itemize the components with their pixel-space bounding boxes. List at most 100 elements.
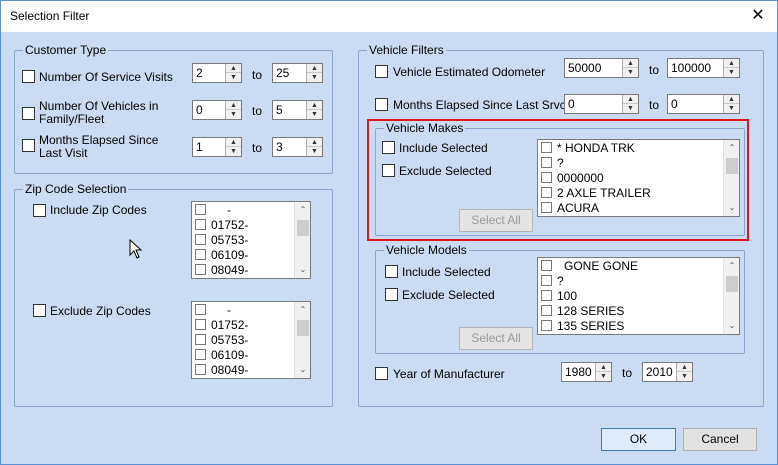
list-item-label: ?: [557, 274, 564, 288]
scroll-down-icon[interactable]: ⌄: [295, 363, 310, 377]
odometer-from[interactable]: 50000 ▲ ▼: [564, 58, 639, 78]
spin-down-icon[interactable]: ▼: [724, 104, 739, 113]
list-item-checkbox[interactable]: [541, 320, 552, 331]
list-item-label: 05753-: [211, 233, 249, 247]
months-last-visit-checkbox[interactable]: [22, 139, 35, 152]
service-visits-from-value: 2: [196, 66, 203, 80]
scroll-down-icon[interactable]: ⌄: [295, 263, 310, 277]
to-label: to: [649, 63, 660, 77]
scroll-thumb[interactable]: [297, 220, 309, 236]
list-item-label: 135 SERIES: [557, 319, 625, 333]
spin-down-icon[interactable]: ▼: [226, 110, 241, 119]
exclude-zip-checkbox[interactable]: [33, 304, 46, 317]
months-last-visit-label: Months Elapsed Since Last Visit: [39, 133, 159, 160]
year-checkbox[interactable]: [375, 367, 388, 380]
list-item-checkbox[interactable]: [195, 234, 206, 245]
service-visits-from[interactable]: 2 ▲ ▼: [192, 63, 242, 83]
scrollbar[interactable]: ⌃ ⌄: [294, 302, 310, 378]
list-item-label: 08049-: [211, 363, 249, 377]
to-label: to: [649, 98, 660, 112]
scroll-up-icon[interactable]: ⌃: [295, 303, 310, 317]
list-item-checkbox[interactable]: [195, 264, 206, 275]
spin-up-icon[interactable]: ▲: [677, 363, 692, 372]
spin-up-icon[interactable]: ▲: [226, 101, 241, 110]
scroll-thumb[interactable]: [297, 320, 309, 336]
models-select-all-button[interactable]: Select All: [459, 327, 533, 350]
list-item-checkbox[interactable]: [541, 290, 552, 301]
exclude-zip-label: Exclude Zip Codes: [50, 304, 151, 318]
months-srvc-to[interactable]: 0 ▲ ▼: [667, 94, 740, 114]
list-item-checkbox[interactable]: [195, 319, 206, 330]
models-include-checkbox[interactable]: [385, 265, 398, 278]
spin-down-icon[interactable]: ▼: [307, 147, 322, 156]
year-from[interactable]: 1980 ▲ ▼: [561, 362, 612, 382]
spin-up-icon[interactable]: ▲: [623, 95, 638, 104]
list-item-checkbox[interactable]: [195, 304, 206, 315]
months-srvc-from[interactable]: 0 ▲ ▼: [564, 94, 639, 114]
scrollbar[interactable]: ⌃ ⌄: [294, 202, 310, 278]
exclude-zip-list[interactable]: - 01752- 05753- 06109- 08049- ⌃ ⌄: [191, 301, 311, 379]
spin-down-icon[interactable]: ▼: [623, 104, 638, 113]
list-item-label: 128 SERIES: [557, 304, 625, 318]
service-visits-checkbox[interactable]: [22, 70, 35, 83]
models-include-label: Include Selected: [402, 265, 491, 279]
scroll-up-icon[interactable]: ⌃: [295, 203, 310, 217]
spin-up-icon[interactable]: ▲: [307, 101, 322, 110]
spin-up-icon[interactable]: ▲: [596, 363, 611, 372]
list-item-checkbox[interactable]: [195, 334, 206, 345]
list-item-label: 100: [557, 289, 578, 303]
spin-down-icon[interactable]: ▼: [596, 372, 611, 381]
year-to[interactable]: 2010 ▲ ▼: [642, 362, 693, 382]
service-visits-to-value: 25: [276, 66, 290, 80]
list-item-label: 05753-: [211, 333, 249, 347]
close-icon[interactable]: ✕: [747, 5, 769, 27]
list-item-label: 01752-: [211, 218, 249, 232]
spin-up-icon[interactable]: ▲: [307, 64, 322, 73]
months-last-visit-from[interactable]: 1 ▲ ▼: [192, 137, 242, 157]
list-item-checkbox[interactable]: [195, 204, 206, 215]
vehicles-family-checkbox[interactable]: [22, 107, 35, 120]
odometer-to[interactable]: 100000 ▲ ▼: [667, 58, 740, 78]
spin-up-icon[interactable]: ▲: [307, 138, 322, 147]
spin-up-icon[interactable]: ▲: [724, 95, 739, 104]
ok-button[interactable]: OK: [601, 428, 676, 451]
list-item-checkbox[interactable]: [195, 364, 206, 375]
spin-down-icon[interactable]: ▼: [226, 147, 241, 156]
list-item-checkbox[interactable]: [541, 260, 552, 271]
odometer-checkbox[interactable]: [375, 65, 388, 78]
models-exclude-checkbox[interactable]: [385, 288, 398, 301]
spin-up-icon[interactable]: ▲: [623, 59, 638, 68]
scroll-up-icon[interactable]: ⌃: [724, 259, 739, 273]
spin-down-icon[interactable]: ▼: [226, 73, 241, 82]
list-item-checkbox[interactable]: [541, 275, 552, 286]
spin-down-icon[interactable]: ▼: [623, 68, 638, 77]
spin-down-icon[interactable]: ▼: [677, 372, 692, 381]
scroll-thumb[interactable]: [726, 276, 738, 292]
list-item-checkbox[interactable]: [195, 219, 206, 230]
list-item-checkbox[interactable]: [195, 349, 206, 360]
vehicle-models-list[interactable]: GONE GONE ? 100 128 SERIES 135 SERIES ⌃ ⌄: [537, 257, 740, 335]
include-zip-checkbox[interactable]: [33, 204, 46, 217]
highlight-box: [367, 119, 749, 241]
spin-down-icon[interactable]: ▼: [724, 68, 739, 77]
months-srvc-checkbox[interactable]: [375, 98, 388, 111]
cancel-button[interactable]: Cancel: [683, 428, 757, 451]
customer-type-legend: Customer Type: [23, 43, 109, 57]
vehicles-family-to[interactable]: 5 ▲ ▼: [272, 100, 323, 120]
list-item-checkbox[interactable]: [195, 249, 206, 260]
spin-down-icon[interactable]: ▼: [307, 73, 322, 82]
scroll-down-icon[interactable]: ⌄: [724, 319, 739, 333]
spin-up-icon[interactable]: ▲: [226, 64, 241, 73]
service-visits-to[interactable]: 25 ▲ ▼: [272, 63, 323, 83]
vehicles-family-from[interactable]: 0 ▲ ▼: [192, 100, 242, 120]
selection-filter-dialog: Selection Filter ✕ Customer Type Number …: [0, 0, 778, 465]
list-item-label: -: [227, 203, 231, 217]
scrollbar[interactable]: ⌃ ⌄: [723, 258, 739, 334]
spin-up-icon[interactable]: ▲: [226, 138, 241, 147]
vehicles-family-label: Number Of Vehicles in Family/Fleet: [39, 99, 159, 126]
list-item-checkbox[interactable]: [541, 305, 552, 316]
spin-up-icon[interactable]: ▲: [724, 59, 739, 68]
months-last-visit-to[interactable]: 3 ▲ ▼: [272, 137, 323, 157]
include-zip-list[interactable]: - 01752- 05753- 06109- 08049- ⌃ ⌄: [191, 201, 311, 279]
spin-down-icon[interactable]: ▼: [307, 110, 322, 119]
